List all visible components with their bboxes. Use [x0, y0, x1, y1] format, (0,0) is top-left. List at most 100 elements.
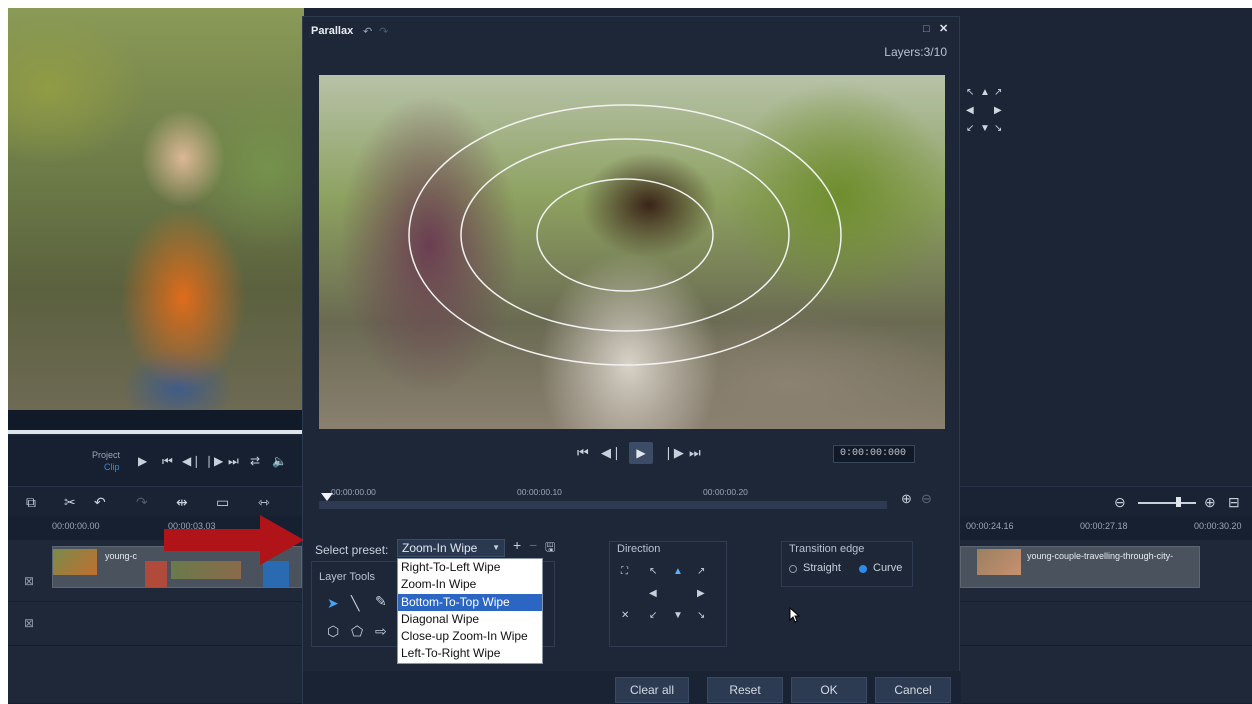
direction-w-icon[interactable]: ◀ [966, 106, 974, 116]
clip-label[interactable]: Clip [104, 462, 120, 472]
direction-nw-icon[interactable]: ↖ [966, 88, 974, 98]
preset-option[interactable]: Right-To-Left Wipe [398, 559, 542, 576]
mini-timeline-bar[interactable] [319, 501, 887, 509]
parallax-video-preview[interactable] [319, 75, 945, 429]
zoom-slider[interactable] [1138, 502, 1196, 504]
collapse-icon[interactable]: ✕ [621, 611, 629, 621]
middle-ellipse [460, 138, 790, 332]
preset-option[interactable]: Close-up Zoom-In Wipe [398, 628, 542, 645]
skip-end-icon[interactable]: ⏭ [689, 445, 701, 461]
direction-sw-icon[interactable]: ↙ [966, 124, 974, 134]
preset-dropdown-list: Right-To-Left Wipe Zoom-In Wipe Bottom-T… [397, 558, 543, 664]
dialog-mini-timeline[interactable]: 00:00:00.00 00:00:00.10 00:00:00.20 [319, 487, 889, 517]
straight-radio[interactable] [789, 565, 797, 573]
skip-start-icon[interactable]: ⏮ [162, 454, 173, 468]
maximize-icon[interactable]: □ [923, 23, 930, 35]
cancel-button[interactable]: Cancel [875, 677, 951, 703]
preset-option-highlighted[interactable]: Bottom-To-Top Wipe [398, 593, 542, 611]
preview-strip [8, 410, 304, 430]
pointer-icon[interactable]: ➤ [327, 595, 339, 612]
hexagon-icon[interactable]: ⬡ [327, 623, 339, 640]
repeat-icon[interactable]: ⇄ [250, 454, 260, 468]
undo-icon[interactable]: ↶ [94, 494, 106, 510]
direction-e-icon[interactable]: ▶ [994, 106, 1002, 116]
app-window: Project Clip ▶ ⏮ ◀❘ ❘▶ ⏭ ⇄ 🔈 ⧉ ✂ ↶ ↷ ⇹ ▭… [8, 8, 1252, 704]
preset-option[interactable]: Zoom-In Wipe [398, 576, 542, 593]
step-forward-icon[interactable]: ❘▶ [204, 454, 223, 468]
step-forward-icon[interactable]: ❘▶ [663, 445, 684, 461]
preset-option[interactable]: Left-To-Right Wipe [398, 645, 542, 662]
preset-dropdown[interactable]: Zoom-In Wipe ▼ [397, 539, 505, 557]
zoom-out-icon[interactable]: ⊖ [921, 491, 932, 507]
layer-tools-label: Layer Tools [319, 571, 376, 583]
ok-button[interactable]: OK [791, 677, 867, 703]
timecode-field[interactable]: 0:00:00:000 [833, 445, 915, 463]
straight-label[interactable]: Straight [803, 562, 841, 574]
reset-button[interactable]: Reset [707, 677, 783, 703]
pentagon-icon[interactable]: ⬠ [351, 623, 363, 640]
tools-icon[interactable]: ✂ [64, 494, 76, 510]
transition-edge-label: Transition edge [789, 543, 865, 555]
direction-se-icon[interactable]: ↘ [697, 611, 705, 621]
direction-n-icon[interactable]: ▲ [980, 88, 990, 98]
timeline-clip[interactable]: young-couple-travelling-through-city- [960, 546, 1200, 588]
curve-radio[interactable] [859, 565, 867, 573]
fit-timeline-icon[interactable]: ⊟ [1228, 494, 1240, 510]
dialog-playback-bar: ⏮ ◀❘ ▶ ❘▶ ⏭ 0:00:00:000 [303, 439, 961, 469]
save-preset-icon[interactable]: 🖫 [545, 538, 555, 559]
zoom-slider-handle[interactable] [1176, 497, 1181, 507]
zoom-ellipses[interactable] [319, 75, 945, 429]
pen-icon[interactable]: ✎ [375, 593, 387, 610]
screen-icon[interactable]: ▭ [216, 494, 229, 510]
direction-n-icon[interactable]: ▲ [673, 567, 683, 577]
project-label[interactable]: Project [92, 450, 120, 460]
preset-value: Zoom-In Wipe [402, 541, 478, 555]
clip-thumbnail [53, 549, 97, 575]
redo-icon[interactable]: ↷ [379, 25, 388, 38]
zoom-in-icon[interactable]: ⊕ [1204, 494, 1216, 510]
direction-s-icon[interactable]: ▼ [980, 124, 990, 134]
volume-icon[interactable]: 🔈 [272, 454, 287, 468]
add-preset-icon[interactable]: + [513, 537, 521, 553]
close-icon[interactable]: ✕ [939, 22, 948, 35]
direction-group [609, 541, 727, 647]
clear-all-button[interactable]: Clear all [615, 677, 689, 703]
direction-w-icon[interactable]: ◀ [649, 589, 657, 599]
play-button[interactable]: ▶ [629, 442, 653, 464]
direction-ne-icon[interactable]: ↗ [994, 88, 1002, 98]
zoom-out-icon[interactable]: ⊖ [1114, 494, 1126, 510]
mini-ruler-label: 00:00:00.00 [331, 487, 376, 497]
parallax-dialog: Parallax ↶ ↷ □ ✕ Layers:3/10 ⏮ ◀❘ ▶ ❘▶ ⏭… [302, 16, 961, 704]
chevron-down-icon: ▼ [492, 543, 500, 552]
layers-icon[interactable]: ⧉ [26, 494, 36, 510]
preset-option[interactable]: Diagonal Wipe [398, 611, 542, 628]
play-icon[interactable]: ▶ [138, 454, 147, 468]
skip-start-icon[interactable]: ⏮ [577, 445, 589, 461]
direction-ne-icon[interactable]: ↗ [697, 567, 705, 577]
undo-icon[interactable]: ↶ [363, 25, 372, 38]
preview-scrub-bar[interactable] [8, 430, 304, 434]
line-icon[interactable]: ╲ [351, 595, 359, 612]
select-preset-label: Select preset: [315, 543, 389, 557]
dialog-title: Parallax [311, 25, 354, 37]
skip-end-icon[interactable]: ⏭ [228, 454, 239, 468]
step-back-icon[interactable]: ◀❘ [601, 445, 622, 461]
expand-icon[interactable]: ⛶ [621, 567, 628, 577]
zoom-in-icon[interactable]: ⊕ [901, 491, 912, 507]
direction-se-icon[interactable]: ↘ [994, 124, 1002, 134]
fit-icon[interactable]: ⇹ [176, 494, 188, 510]
direction-e-icon[interactable]: ▶ [697, 589, 705, 599]
split-icon[interactable]: ⇿ [258, 494, 270, 510]
step-back-icon[interactable]: ◀❘ [182, 454, 201, 468]
playhead[interactable] [321, 493, 333, 501]
direction-s-icon[interactable]: ▼ [673, 611, 683, 621]
clip-name: young-c [105, 551, 138, 561]
layers-count: Layers:3/10 [884, 45, 947, 59]
redo-icon[interactable]: ↷ [136, 494, 148, 510]
ruler-label: 00:00:27.18 [1080, 521, 1128, 531]
direction-nw-icon[interactable]: ↖ [649, 567, 657, 577]
curve-label[interactable]: Curve [873, 562, 902, 574]
direction-sw-icon[interactable]: ↙ [649, 611, 657, 621]
arrow-shape-icon[interactable]: ⇨ [375, 623, 387, 640]
remove-preset-icon[interactable]: − [529, 537, 537, 553]
